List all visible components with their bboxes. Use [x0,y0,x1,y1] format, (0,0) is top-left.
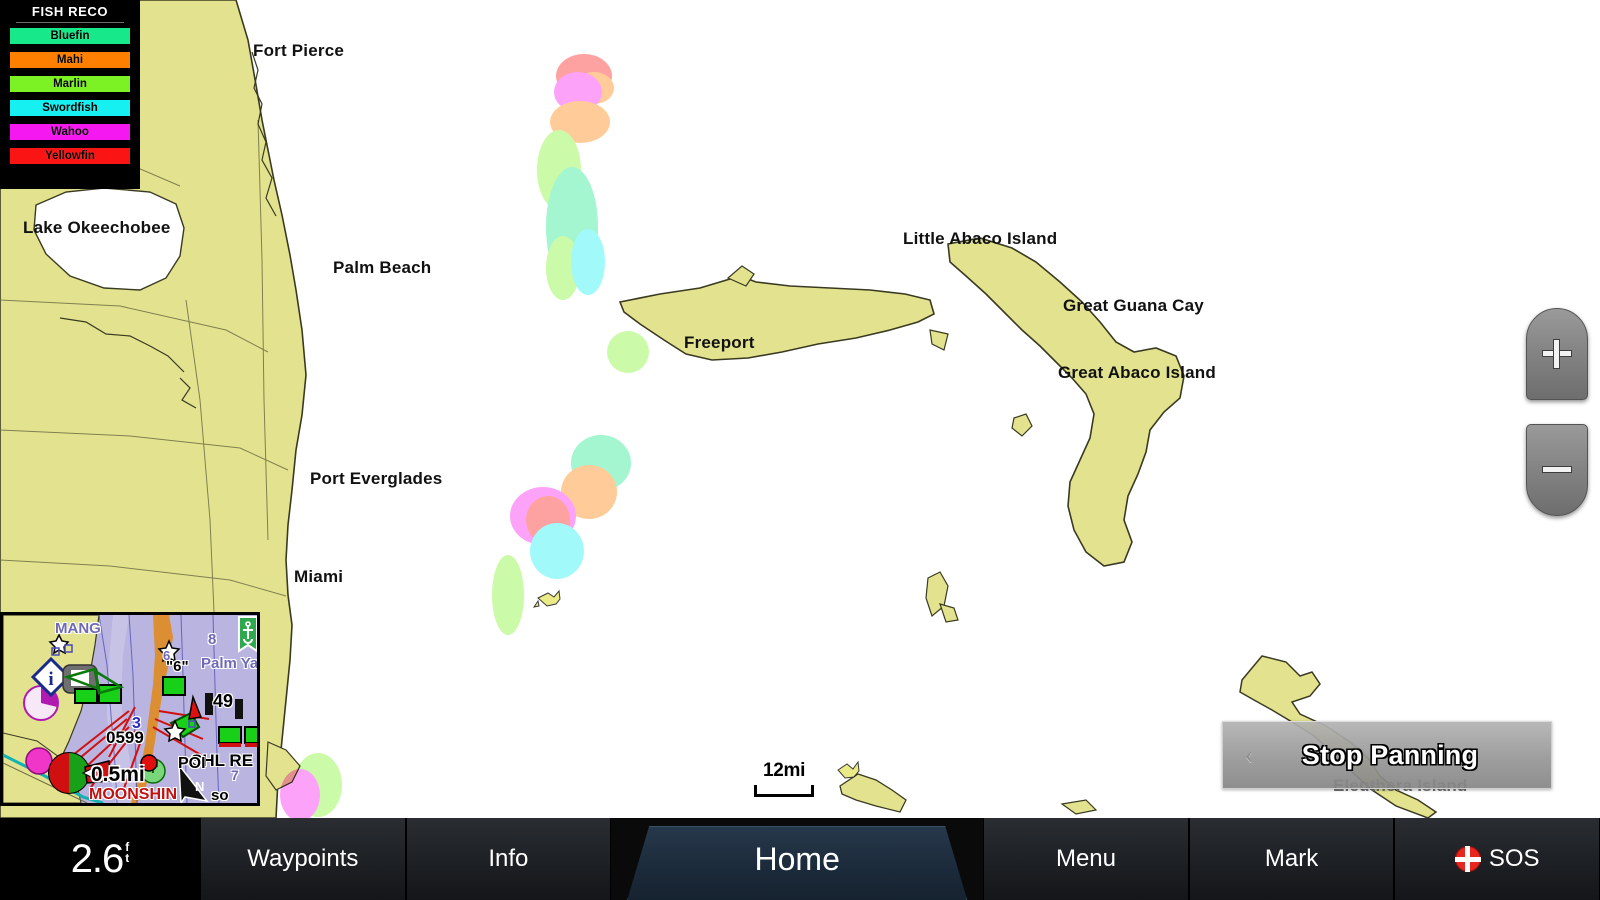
map-label-port-everglades: Port Everglades [310,469,443,488]
inset-text: 0599 [106,728,144,747]
nav-button-home[interactable]: Home [611,818,983,900]
anchor-marker-icon [238,616,257,653]
nav-label-mark: Mark [1264,845,1319,872]
inset-detail-chart[interactable]: i N MANG Palm Ya 8 6 "6" 3 49 0599 SHL R… [0,612,260,806]
stop-panning-label: Stop Panning [1301,739,1479,770]
nav-button-waypoints[interactable]: Waypoints [200,818,406,900]
fish-reco-legend[interactable]: FISH RECO Bluefin Mahi Marlin Swordfish Waho… [0,0,140,189]
map-label-great-abaco-island: Great Abaco Island [1058,363,1216,382]
scale-ruler [754,785,814,797]
stop-panning-button[interactable]: ‹ Stop Panning [1222,721,1552,789]
zoom-in-button[interactable] [1526,308,1588,400]
map-label-freeport: Freeport [684,333,755,352]
fish-reco-item-wahoo[interactable]: Wahoo [9,123,131,141]
fish-blob-marlin [607,331,649,373]
nav-label-home: Home [754,840,840,877]
life-ring-icon [1454,846,1481,872]
nav-button-menu[interactable]: Menu [983,818,1189,900]
nav-button-mark[interactable]: Mark [1188,818,1395,900]
zoom-out-button[interactable] [1526,424,1588,516]
fish-glyph [532,589,860,779]
inset-text: MOONSHIN [89,786,177,803]
map-label-little-abaco-island: Little Abaco Island [903,229,1058,248]
bottom-navigation-bar: 2.6 f t Waypoints Info Home Menu Mark SO… [0,818,1600,900]
minus-icon [1542,455,1572,485]
map-label-lake-okeechobee: Lake Okeechobee [23,218,171,237]
inset-text: POI [178,755,206,772]
fish-reco-item-swordfish[interactable]: Swordfish [9,99,131,117]
fish-reco-label: Wahoo [51,126,89,138]
depth-unit: f t [125,841,130,865]
inset-text: 49 [213,691,234,711]
map-label-fort-pierce: Fort Pierce [253,41,345,60]
landmass-grand-bahama [618,265,949,361]
inset-text: MANG [55,620,101,637]
plus-icon [1542,339,1572,369]
map-label-palm-beach: Palm Beach [333,258,432,277]
landmass-bimini-south [839,773,1098,815]
fish-reco-label: Bluefin [50,30,90,42]
inset-text: so [211,787,229,804]
nav-label-sos: SOS [1488,845,1540,872]
fish-blob-swordfish [571,229,605,295]
fish-reco-blob-layer [280,54,649,818]
fish-reco-item-marlin[interactable]: Marlin [9,75,131,93]
fish-reco-label: Marlin [53,78,87,90]
scale-label: 12mi [762,760,806,781]
fish-reco-item-bluefin[interactable]: Bluefin [9,27,131,45]
nav-button-info[interactable]: Info [405,818,612,900]
depth-unit-bottom: t [125,851,130,865]
chartplotter-screen: Fort Pierce Lake Okeechobee Palm Beach Port… [0,0,1600,900]
fish-reco-item-yellowfin[interactable]: Yellowfin [9,147,131,165]
chevron-left-icon[interactable]: ‹ [1223,740,1275,770]
chart-map[interactable]: Fort Pierce Lake Okeechobee Palm Beach Port… [0,0,1600,818]
depth-readout[interactable]: 2.6 f t [0,818,200,900]
svg-text:N: N [195,779,204,794]
inset-text: 7 [231,767,239,783]
fish-reco-label: Mahi [56,54,84,66]
fish-blob-swordfish [530,523,584,579]
inset-scale-label: 0.5mi [91,763,145,786]
fish-reco-label: Yellowfin [45,150,95,162]
fish-reco-item-mahi[interactable]: Mahi [9,51,131,69]
map-scale-bar: 12mi [754,760,814,797]
map-label-great-guana-cay: Great Guana Cay [1063,296,1204,315]
inset-text: 8 [208,631,217,648]
inset-text: Palm Ya [201,655,259,672]
fish-reco-title: FISH RECO [31,4,109,19]
nav-label-menu: Menu [1055,845,1116,872]
zoom-controls [1526,308,1588,516]
fish-blob-marlin [492,555,524,635]
depth-value: 2.6 [70,836,125,881]
fish-reco-label: Swordfish [42,102,98,114]
nav-label-info: Info [488,845,529,872]
fish-reco-species-list: Bluefin Mahi Marlin Swordfish Wahoo Yellowfin [2,27,138,165]
inset-text: "6" [166,658,189,675]
nav-label-waypoints: Waypoints [247,845,359,872]
fish-reco-divider [16,22,124,23]
svg-text:i: i [48,669,53,690]
map-label-miami: Miami [294,567,344,586]
nav-button-sos[interactable]: SOS [1394,818,1600,900]
